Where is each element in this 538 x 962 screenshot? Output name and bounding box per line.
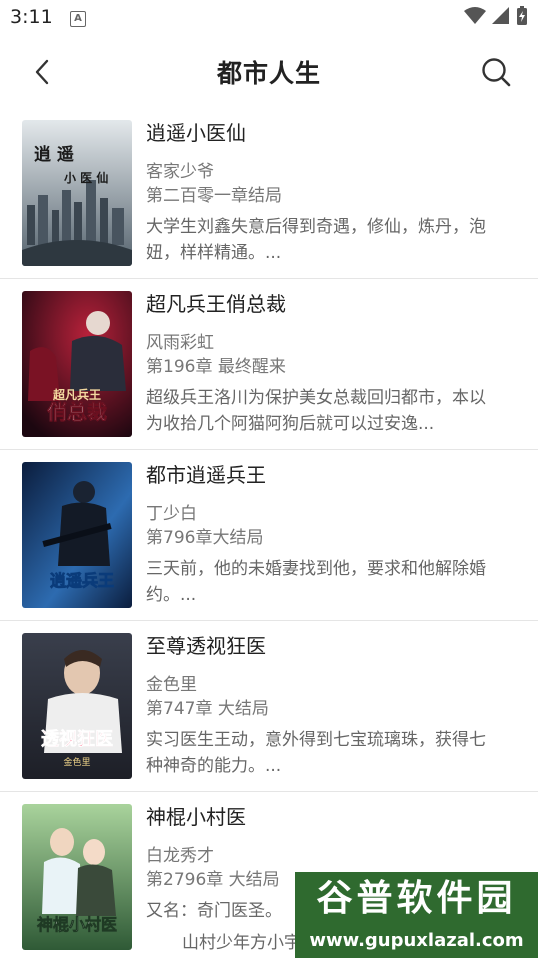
status-icons — [464, 6, 528, 26]
book-cover: 逍 遥 小 医 仙 — [22, 120, 132, 266]
wifi-icon — [464, 7, 486, 24]
svg-text:俏总裁: 俏总裁 — [47, 400, 107, 424]
book-chapter: 第196章 最终醒来 — [146, 357, 286, 377]
book-description: 三天前，他的未婚妻找到他，要求和他解除婚约。... — [146, 559, 486, 605]
cover-title-text: 逍 遥 — [34, 144, 74, 165]
book-item[interactable]: 透视狂医 金色里 至尊透视狂医 金色里 第747章 大结局 实习医生王动，意外得… — [0, 621, 538, 792]
book-title: 至尊透视狂医 — [146, 634, 266, 658]
book-item[interactable]: 逍 遥 小 医 仙 逍遥小医仙 客家少爷 第二百零一章结局 大学生刘鑫失意后得到… — [0, 108, 538, 279]
book-chapter: 第796章大结局 — [146, 528, 264, 548]
book-title: 逍遥小医仙 — [146, 121, 246, 145]
book-description-overflow: 山村少年方小宇 — [182, 933, 301, 953]
book-title: 超凡兵王俏总裁 — [146, 292, 286, 316]
book-cover: 透视狂医 金色里 — [22, 633, 132, 779]
signal-icon — [492, 7, 509, 24]
status-bar: 3:11 A — [0, 0, 538, 36]
svg-text:小 医 仙: 小 医 仙 — [64, 170, 108, 185]
search-button[interactable] — [476, 52, 516, 92]
book-chapter: 第二百零一章结局 — [146, 186, 282, 206]
book-author: 客家少爷 — [146, 162, 214, 182]
svg-text:金色里: 金色里 — [63, 756, 90, 768]
book-title: 都市逍遥兵王 — [146, 463, 266, 487]
book-author: 金色里 — [146, 675, 197, 695]
book-title: 神棍小村医 — [146, 805, 246, 829]
book-author: 丁少白 — [146, 504, 197, 524]
book-description: 实习医生王动，意外得到七宝琉璃珠，获得七种神奇的能力。... — [146, 730, 486, 776]
svg-text:透视狂医: 透视狂医 — [41, 728, 113, 750]
book-chapter: 第747章 大结局 — [146, 699, 269, 719]
status-time: 3:11 — [10, 6, 53, 28]
book-description: 大学生刘鑫失意后得到奇遇，修仙，炼丹，泡妞，样样精通。... — [146, 217, 486, 263]
page-title: 都市人生 — [216, 59, 321, 88]
book-item[interactable]: 超凡兵王 俏总裁 超凡兵王俏总裁 风雨彩虹 第196章 最终醒来 超级兵王洛川为… — [0, 279, 538, 450]
book-author: 白龙秀才 — [146, 846, 214, 866]
book-cover: 逍遥兵王 — [22, 462, 132, 608]
book-cover: 神棍小村医 — [22, 804, 132, 950]
book-list: 逍 遥 小 医 仙 逍遥小医仙 客家少爷 第二百零一章结局 大学生刘鑫失意后得到… — [0, 108, 538, 962]
book-item[interactable]: 逍遥兵王 都市逍遥兵王 丁少白 第796章大结局 三天前，他的未婚妻找到他，要求… — [0, 450, 538, 621]
watermark-url: www.gupuxlazal.com — [295, 926, 538, 958]
watermark-text: 谷普软件园 — [295, 872, 538, 926]
notification-icon: A — [70, 11, 86, 27]
watermark-logo: 谷普软件园 www.gupuxlazal.com — [295, 872, 538, 958]
book-description: 超级兵王洛川为保护美女总裁回归都市，本以为收拾几个阿猫阿狗后就可以过安逸... — [146, 388, 486, 434]
battery-icon — [517, 6, 527, 25]
search-icon — [482, 58, 511, 87]
book-cover: 超凡兵王 俏总裁 — [22, 291, 132, 437]
svg-text:神棍小村医: 神棍小村医 — [37, 915, 117, 934]
svg-text:逍遥兵王: 逍遥兵王 — [50, 571, 114, 590]
app-bar: 都市人生 — [0, 36, 538, 108]
book-author: 风雨彩虹 — [146, 333, 214, 353]
